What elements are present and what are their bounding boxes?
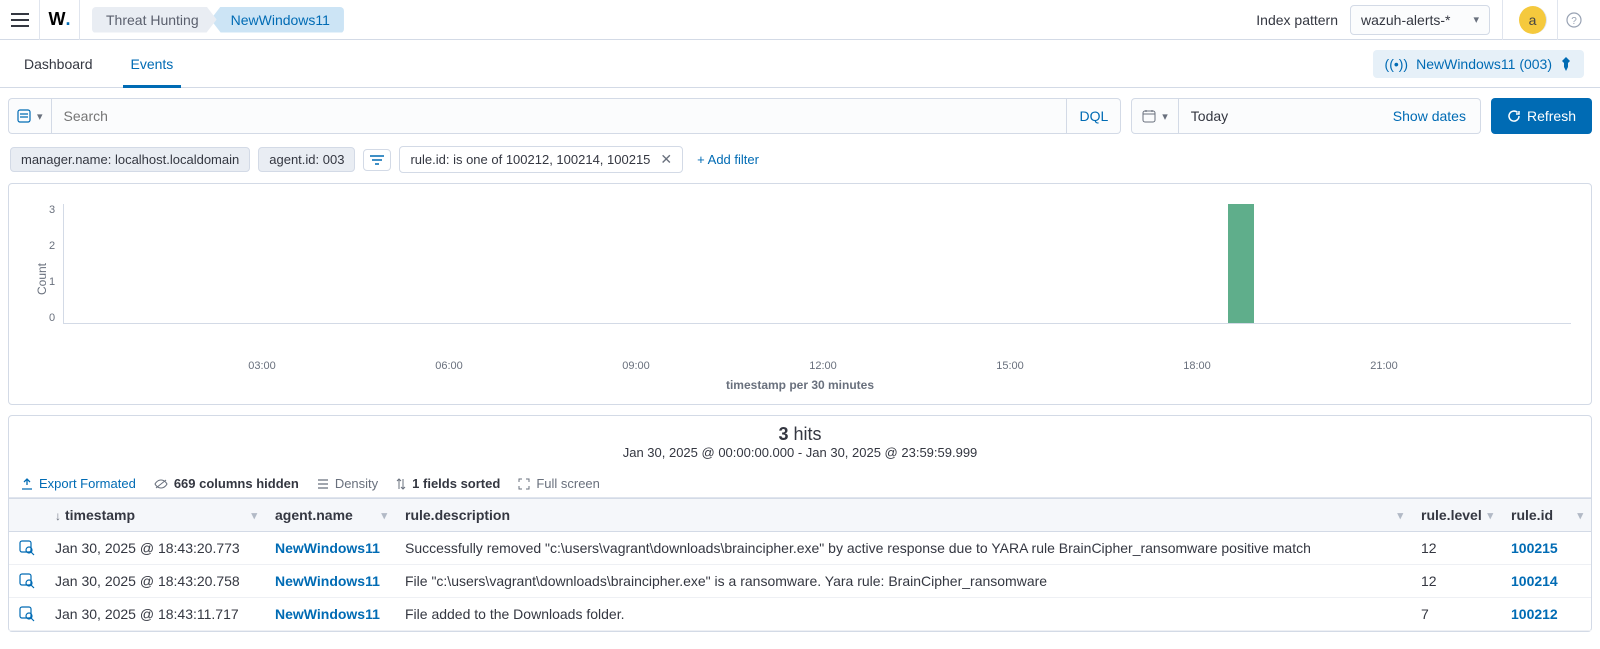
calendar-icon [1142, 109, 1156, 123]
events-table: ↓timestamp▾ agent.name▾ rule.description… [9, 498, 1591, 631]
inspect-icon [19, 573, 35, 589]
col-rule-description[interactable]: rule.description▾ [395, 499, 1411, 532]
menu-icon [11, 13, 29, 27]
col-rule-level[interactable]: rule.level▾ [1411, 499, 1501, 532]
search-input[interactable] [51, 98, 1068, 134]
close-icon[interactable]: ✕ [660, 151, 672, 168]
chevron-down-icon[interactable]: ▾ [251, 509, 257, 522]
columns-hidden-button[interactable]: 669 columns hidden [154, 476, 299, 491]
chevron-down-icon[interactable]: ▾ [1577, 509, 1583, 522]
saved-queries-button[interactable]: ▾ [8, 98, 51, 134]
fullscreen-button[interactable]: Full screen [518, 476, 600, 491]
cell-timestamp: Jan 30, 2025 @ 18:43:11.717 [45, 598, 265, 631]
inspect-icon [19, 606, 35, 622]
tab-dashboard[interactable]: Dashboard [16, 40, 101, 88]
change-filters-button[interactable] [363, 149, 391, 171]
cell-rule-description: File added to the Downloads folder. [395, 598, 1411, 631]
table-row: Jan 30, 2025 @ 18:43:20.773 NewWindows11… [9, 532, 1591, 565]
fields-sorted-button[interactable]: 1 fields sorted [396, 476, 500, 491]
fullscreen-icon [518, 478, 530, 490]
chart-ylabel: Count [29, 204, 49, 354]
cell-timestamp: Jan 30, 2025 @ 18:43:20.758 [45, 565, 265, 598]
col-rule-id[interactable]: rule.id▾ [1501, 499, 1591, 532]
index-pattern-label: Index pattern [1256, 12, 1338, 28]
chart-yaxis: 3210 [49, 204, 63, 324]
breadcrumb-agent[interactable]: NewWindows11 [211, 7, 344, 33]
cell-rule-id[interactable]: 100215 [1501, 532, 1591, 565]
pin-icon [1560, 57, 1572, 71]
cell-rule-level: 7 [1411, 598, 1501, 631]
refresh-icon [1507, 109, 1521, 123]
chevron-down-icon[interactable]: ▾ [381, 509, 387, 522]
chart-plot[interactable] [63, 204, 1571, 324]
col-timestamp[interactable]: ↓timestamp▾ [45, 499, 265, 532]
eye-off-icon [154, 478, 168, 490]
density-icon [317, 478, 329, 490]
chevron-down-icon[interactable]: ▾ [1397, 509, 1403, 522]
index-pattern-select[interactable]: wazuh-alerts-* ▾ [1350, 5, 1490, 35]
inspect-row-button[interactable] [9, 598, 45, 631]
chevron-down-icon: ▾ [1473, 13, 1479, 26]
filter-bars-icon [17, 109, 31, 123]
cell-rule-level: 12 [1411, 532, 1501, 565]
cell-rule-id[interactable]: 100214 [1501, 565, 1591, 598]
refresh-button[interactable]: Refresh [1491, 98, 1592, 134]
help-icon[interactable]: ? [1558, 12, 1590, 28]
filter-pill-ruleid[interactable]: rule.id: is one of 100212, 100214, 10021… [399, 146, 683, 173]
show-dates-button[interactable]: Show dates [1379, 98, 1481, 134]
cell-rule-id[interactable]: 100212 [1501, 598, 1591, 631]
filter-pill-manager[interactable]: manager.name: localhost.localdomain [10, 147, 250, 172]
hits-panel: 3 hits Jan 30, 2025 @ 00:00:00.000 - Jan… [8, 415, 1592, 632]
table-row: Jan 30, 2025 @ 18:43:11.717 NewWindows11… [9, 598, 1591, 631]
table-row: Jan 30, 2025 @ 18:43:20.758 NewWindows11… [9, 565, 1591, 598]
export-icon [21, 478, 33, 490]
svg-text:?: ? [1571, 16, 1577, 27]
cell-rule-level: 12 [1411, 565, 1501, 598]
agent-pin[interactable]: ((•)) NewWindows11 (003) [1373, 50, 1584, 78]
date-value[interactable]: Today [1179, 98, 1379, 134]
inspect-row-button[interactable] [9, 565, 45, 598]
chevron-down-icon[interactable]: ▾ [1487, 509, 1493, 522]
hits-time-range: Jan 30, 2025 @ 00:00:00.000 - Jan 30, 20… [9, 445, 1591, 468]
add-filter-button[interactable]: + Add filter [691, 148, 765, 171]
dql-button[interactable]: DQL [1067, 98, 1121, 134]
table-toolbar: Export Formated 669 columns hidden Densi… [9, 470, 1591, 498]
cell-agent-name[interactable]: NewWindows11 [265, 565, 395, 598]
breadcrumb-threat-hunting[interactable]: Threat Hunting [92, 7, 217, 33]
inspect-icon [19, 540, 35, 556]
chevron-down-icon: ▾ [37, 110, 43, 123]
export-formatted-button[interactable]: Export Formated [21, 476, 136, 491]
cell-timestamp: Jan 30, 2025 @ 18:43:20.773 [45, 532, 265, 565]
density-button[interactable]: Density [317, 476, 378, 491]
cell-agent-name[interactable]: NewWindows11 [265, 598, 395, 631]
inspect-row-button[interactable] [9, 532, 45, 565]
cell-rule-description: File "c:\users\vagrant\downloads\brainci… [395, 565, 1411, 598]
cell-rule-description: Successfully removed "c:\users\vagrant\d… [395, 532, 1411, 565]
sort-desc-icon: ↓ [55, 509, 61, 523]
histogram-chart: Count 3210 03:0006:0009:0012:0015:0018:0… [8, 183, 1592, 405]
sort-icon [396, 478, 406, 490]
date-quick-button[interactable]: ▾ [1131, 98, 1179, 134]
chart-xlabel: timestamp per 30 minutes [29, 378, 1571, 392]
col-agent-name[interactable]: agent.name▾ [265, 499, 395, 532]
chart-bar[interactable] [1228, 204, 1254, 323]
chart-xaxis: 03:0006:0009:0012:0015:0018:0021:00 [75, 360, 1571, 374]
chevron-down-icon: ▾ [1162, 110, 1168, 123]
filters-row: manager.name: localhost.localdomain agen… [0, 144, 1600, 183]
filter-settings-icon [370, 154, 384, 166]
breadcrumb: Threat Hunting NewWindows11 [92, 6, 344, 34]
topbar: W. Threat Hunting NewWindows11 Index pat… [0, 0, 1600, 40]
tab-events[interactable]: Events [123, 40, 182, 88]
avatar[interactable]: a [1519, 6, 1547, 34]
hamburger-menu[interactable] [0, 0, 40, 40]
cell-agent-name[interactable]: NewWindows11 [265, 532, 395, 565]
hits-count: 3 hits [9, 424, 1591, 445]
broadcast-icon: ((•)) [1385, 56, 1409, 72]
filter-pill-agent[interactable]: agent.id: 003 [258, 147, 355, 172]
logo[interactable]: W. [40, 0, 80, 40]
tabs: Dashboard Events ((•)) NewWindows11 (003… [0, 40, 1600, 88]
search-row: ▾ DQL ▾ Today Show dates Refresh [0, 88, 1600, 144]
